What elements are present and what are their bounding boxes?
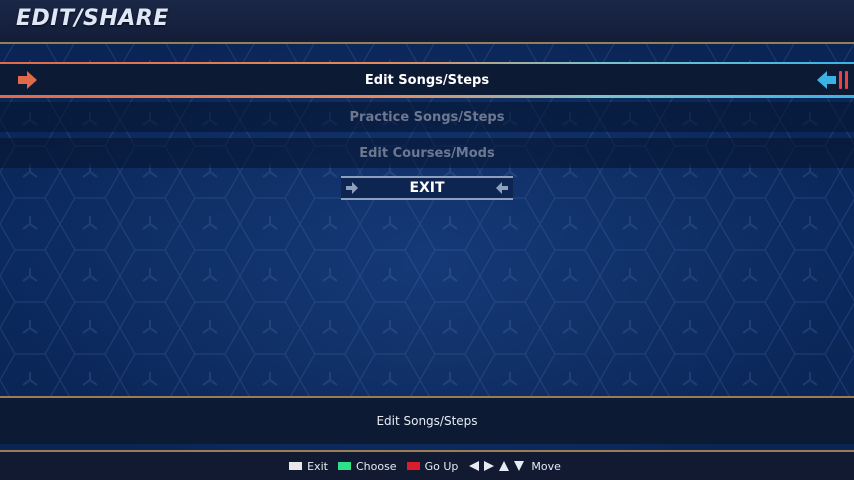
menu-item-label: Edit Songs/Steps bbox=[364, 72, 490, 88]
selection-bottom-line bbox=[0, 95, 854, 98]
control-exit-label: Exit bbox=[307, 459, 328, 473]
header-bar: EDIT/SHARE bbox=[0, 0, 854, 44]
arrow-left-icon bbox=[496, 182, 508, 194]
description-panel: Edit Songs/Steps bbox=[0, 396, 854, 444]
white-key-icon bbox=[289, 462, 303, 470]
description-text: Edit Songs/Steps bbox=[376, 414, 478, 428]
arrow-left-icon bbox=[817, 71, 836, 89]
red-key-icon bbox=[406, 462, 420, 470]
exit-button[interactable]: EXIT bbox=[341, 176, 513, 200]
menu-item-label: Practice Songs/Steps bbox=[349, 109, 505, 125]
menu-item-label: Edit Courses/Mods bbox=[359, 145, 495, 161]
triangle-up-icon bbox=[499, 461, 510, 471]
arrow-right-icon bbox=[346, 182, 358, 194]
page-title: EDIT/SHARE bbox=[16, 6, 169, 31]
triangle-right-icon bbox=[484, 461, 495, 471]
control-move: Move bbox=[468, 460, 561, 473]
pause-bars-icon bbox=[839, 71, 848, 89]
triangle-down-icon bbox=[514, 461, 525, 471]
control-go-up: Go Up bbox=[406, 459, 459, 473]
control-move-label: Move bbox=[531, 459, 561, 473]
control-exit: Exit bbox=[289, 460, 328, 473]
control-choose-label: Choose bbox=[355, 459, 397, 473]
control-go-up-label: Go Up bbox=[424, 459, 459, 473]
menu-item-edit-songs-steps[interactable]: Edit Songs/Steps bbox=[0, 64, 854, 96]
controls-legend: Exit Choose Go Up Move bbox=[0, 450, 854, 480]
triangle-left-icon bbox=[469, 461, 480, 471]
arrow-right-icon bbox=[18, 71, 37, 89]
menu-item-edit-courses-mods[interactable]: Edit Courses/Mods bbox=[0, 138, 854, 168]
control-choose: Choose bbox=[337, 459, 397, 473]
menu-item-practice-songs-steps[interactable]: Practice Songs/Steps bbox=[0, 102, 854, 132]
exit-label: EXIT bbox=[409, 180, 445, 196]
green-key-icon bbox=[337, 462, 351, 470]
